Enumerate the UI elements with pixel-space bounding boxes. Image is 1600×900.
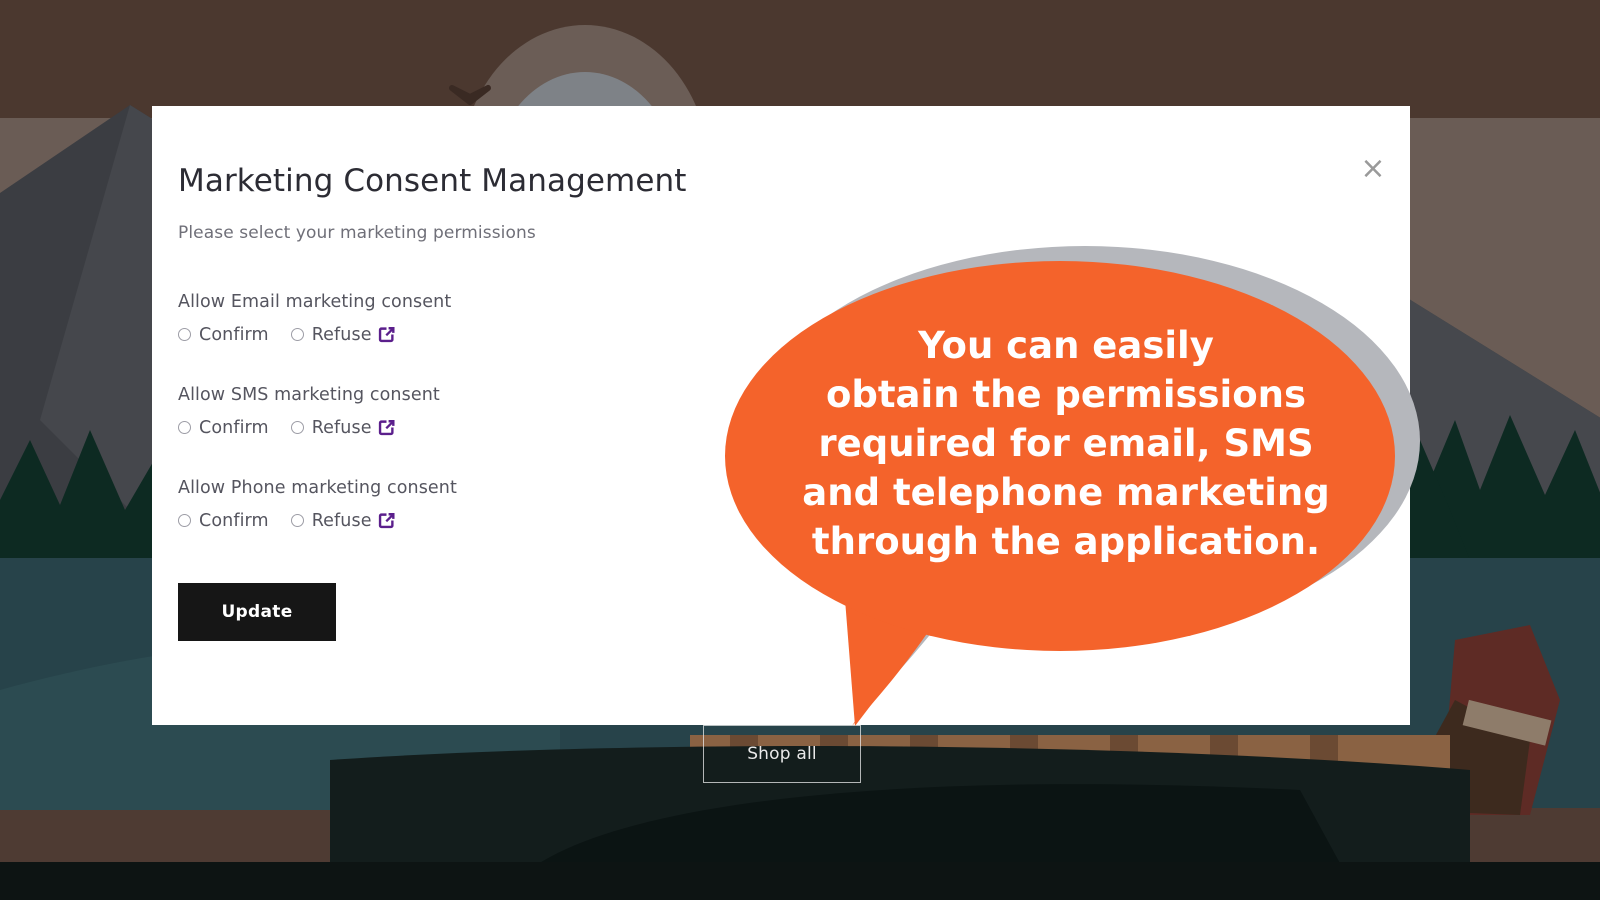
external-link-icon[interactable] (376, 324, 397, 345)
radio-circle-icon (178, 328, 191, 341)
radio-email-confirm[interactable]: Confirm (178, 325, 269, 345)
page-title: Marketing Consent Management (178, 163, 687, 199)
radio-phone-refuse[interactable]: Refuse (290, 510, 372, 531)
shop-all-label: Shop all (747, 744, 817, 764)
consent-options-sms: Confirm Refuse (178, 417, 1410, 438)
consent-options-phone: Confirm Refuse (178, 510, 1410, 531)
radio-circle-icon (178, 514, 191, 527)
consent-label-phone: Allow Phone marketing consent (178, 478, 457, 498)
radio-sms-confirm[interactable]: Confirm (178, 418, 269, 438)
radio-circle-icon (290, 421, 304, 434)
radio-circle-icon (178, 421, 191, 434)
screen: Shop all × Marketing Consent Management … (0, 0, 1600, 900)
update-button[interactable]: Update (178, 583, 336, 641)
consent-label-email: Allow Email marketing consent (178, 292, 452, 312)
external-link-icon[interactable] (376, 417, 397, 438)
radio-circle-icon (290, 328, 304, 341)
marketing-consent-modal: × Marketing Consent Management Please se… (152, 106, 1410, 725)
modal-body: Marketing Consent Management Please sele… (152, 106, 1410, 641)
external-link-icon[interactable] (376, 510, 397, 531)
consent-options-email: Confirm Refuse (178, 324, 1410, 345)
radio-label: Confirm (199, 324, 269, 345)
radio-sms-refuse[interactable]: Refuse (290, 417, 372, 438)
radio-label: Confirm (199, 510, 269, 531)
close-icon[interactable]: × (1358, 154, 1388, 184)
boat-base (0, 862, 1600, 900)
radio-label: Refuse (311, 324, 372, 345)
consent-group-email: Allow Email marketing consent Confirm Re… (178, 292, 1410, 345)
consent-group-phone: Allow Phone marketing consent Confirm Re… (178, 478, 1410, 531)
shop-all-button[interactable]: Shop all (703, 725, 861, 783)
radio-circle-icon (290, 514, 304, 527)
radio-label: Refuse (311, 510, 372, 531)
consent-label-sms: Allow SMS marketing consent (178, 385, 440, 405)
consent-group-sms: Allow SMS marketing consent Confirm Refu… (178, 385, 1410, 438)
radio-email-refuse[interactable]: Refuse (290, 324, 372, 345)
radio-phone-confirm[interactable]: Confirm (178, 511, 269, 531)
modal-subtitle: Please select your marketing permissions (178, 223, 536, 243)
radio-label: Refuse (311, 417, 372, 438)
radio-label: Confirm (199, 417, 269, 438)
